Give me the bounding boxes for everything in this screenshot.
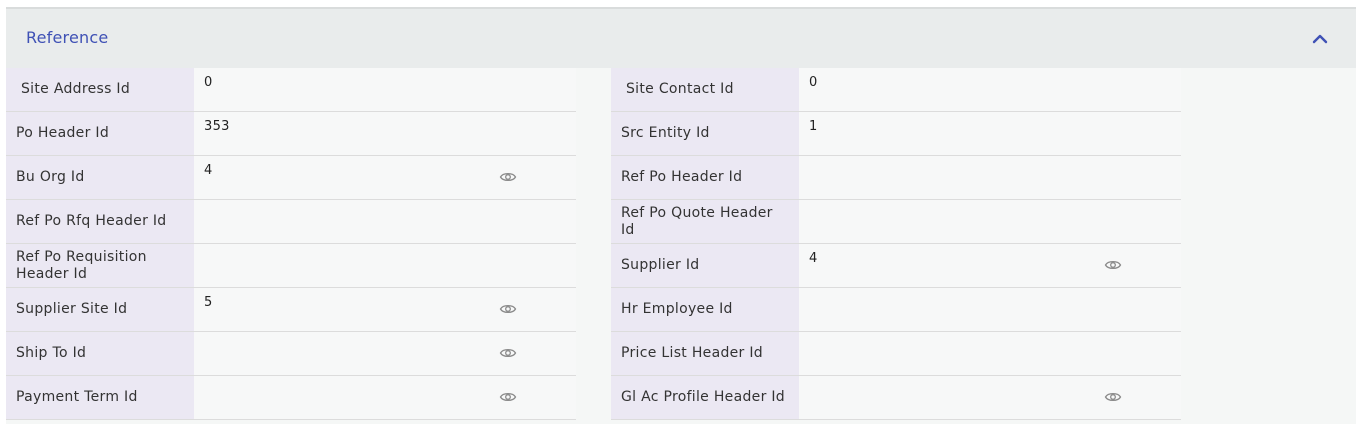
field-label-supplier-site-id: Supplier Site Id [6, 288, 194, 331]
field-input-price-list-header-id[interactable] [799, 332, 1181, 375]
field-label-po-header-id: Po Header Id [6, 112, 194, 155]
field-value-supplier-id: 4 [809, 251, 818, 266]
reference-panel-header[interactable]: Reference [6, 9, 1356, 68]
field-input-supplier-site-id[interactable]: 5 [194, 288, 576, 331]
eye-icon[interactable] [1104, 390, 1122, 404]
eye-icon[interactable] [1104, 258, 1122, 272]
reference-panel: Reference Site Address Id 0 Po Header Id 35… [6, 7, 1356, 424]
field-input-gl-ac-profile-header-id[interactable] [799, 376, 1181, 419]
field-row-payment-term-id: Payment Term Id [6, 376, 576, 420]
field-label-bu-org-id: Bu Org Id [6, 156, 194, 199]
field-input-payment-term-id[interactable] [194, 376, 576, 419]
panel-title: Reference [26, 28, 109, 47]
field-input-ref-po-quote-header-id[interactable] [799, 200, 1181, 243]
field-input-supplier-id[interactable]: 4 [799, 244, 1181, 287]
field-input-hr-employee-id[interactable] [799, 288, 1181, 331]
field-value-site-address-id: 0 [204, 75, 213, 90]
field-row-ref-po-quote-header-id: Ref Po Quote Header Id [611, 200, 1181, 244]
field-value-site-contact-id: 0 [809, 75, 818, 90]
field-row-ref-po-rfq-header-id: Ref Po Rfq Header Id [6, 200, 576, 244]
field-label-site-address-id: Site Address Id [6, 68, 194, 111]
field-label-site-contact-id: Site Contact Id [611, 68, 799, 111]
field-row-site-address-id: Site Address Id 0 [6, 68, 576, 112]
field-row-ref-po-requisition-header-id: Ref Po Requisition Header Id [6, 244, 576, 288]
field-label-price-list-header-id: Price List Header Id [611, 332, 799, 375]
field-input-site-contact-id[interactable]: 0 [799, 68, 1181, 111]
field-label-ref-po-header-id: Ref Po Header Id [611, 156, 799, 199]
field-row-ref-po-header-id: Ref Po Header Id [611, 156, 1181, 200]
field-row-gl-ac-profile-header-id: Gl Ac Profile Header Id [611, 376, 1181, 420]
field-label-ship-to-id: Ship To Id [6, 332, 194, 375]
left-field-column: Site Address Id 0 Po Header Id 353 Bu Org Id… [6, 68, 576, 420]
field-row-price-list-header-id: Price List Header Id [611, 332, 1181, 376]
field-row-site-contact-id: Site Contact Id 0 [611, 68, 1181, 112]
field-input-ship-to-id[interactable] [194, 332, 576, 375]
field-label-gl-ac-profile-header-id: Gl Ac Profile Header Id [611, 376, 799, 419]
field-label-ref-po-quote-header-id: Ref Po Quote Header Id [611, 200, 799, 243]
field-input-bu-org-id[interactable]: 4 [194, 156, 576, 199]
field-row-bu-org-id: Bu Org Id 4 [6, 156, 576, 200]
field-row-src-entity-id: Src Entity Id 1 [611, 112, 1181, 156]
chevron-up-icon[interactable] [1310, 29, 1330, 49]
field-value-bu-org-id: 4 [204, 163, 213, 178]
field-row-po-header-id: Po Header Id 353 [6, 112, 576, 156]
field-input-site-address-id[interactable]: 0 [194, 68, 576, 111]
field-label-ref-po-requisition-header-id: Ref Po Requisition Header Id [6, 244, 194, 287]
field-label-src-entity-id: Src Entity Id [611, 112, 799, 155]
right-field-column: Site Contact Id 0 Src Entity Id 1 Ref Po Hea… [611, 68, 1181, 420]
field-row-ship-to-id: Ship To Id [6, 332, 576, 376]
field-label-hr-employee-id: Hr Employee Id [611, 288, 799, 331]
field-value-supplier-site-id: 5 [204, 295, 213, 310]
field-value-po-header-id: 353 [204, 119, 230, 134]
field-row-hr-employee-id: Hr Employee Id [611, 288, 1181, 332]
field-label-supplier-id: Supplier Id [611, 244, 799, 287]
eye-icon[interactable] [499, 170, 517, 184]
field-input-src-entity-id[interactable]: 1 [799, 112, 1181, 155]
field-row-supplier-site-id: Supplier Site Id 5 [6, 288, 576, 332]
field-label-ref-po-rfq-header-id: Ref Po Rfq Header Id [6, 200, 194, 243]
field-input-ref-po-rfq-header-id[interactable] [194, 200, 576, 243]
eye-icon[interactable] [499, 302, 517, 316]
field-row-supplier-id: Supplier Id 4 [611, 244, 1181, 288]
field-label-payment-term-id: Payment Term Id [6, 376, 194, 419]
eye-icon[interactable] [499, 390, 517, 404]
field-input-po-header-id[interactable]: 353 [194, 112, 576, 155]
eye-icon[interactable] [499, 346, 517, 360]
field-value-src-entity-id: 1 [809, 119, 818, 134]
field-input-ref-po-requisition-header-id[interactable] [194, 244, 576, 287]
field-input-ref-po-header-id[interactable] [799, 156, 1181, 199]
